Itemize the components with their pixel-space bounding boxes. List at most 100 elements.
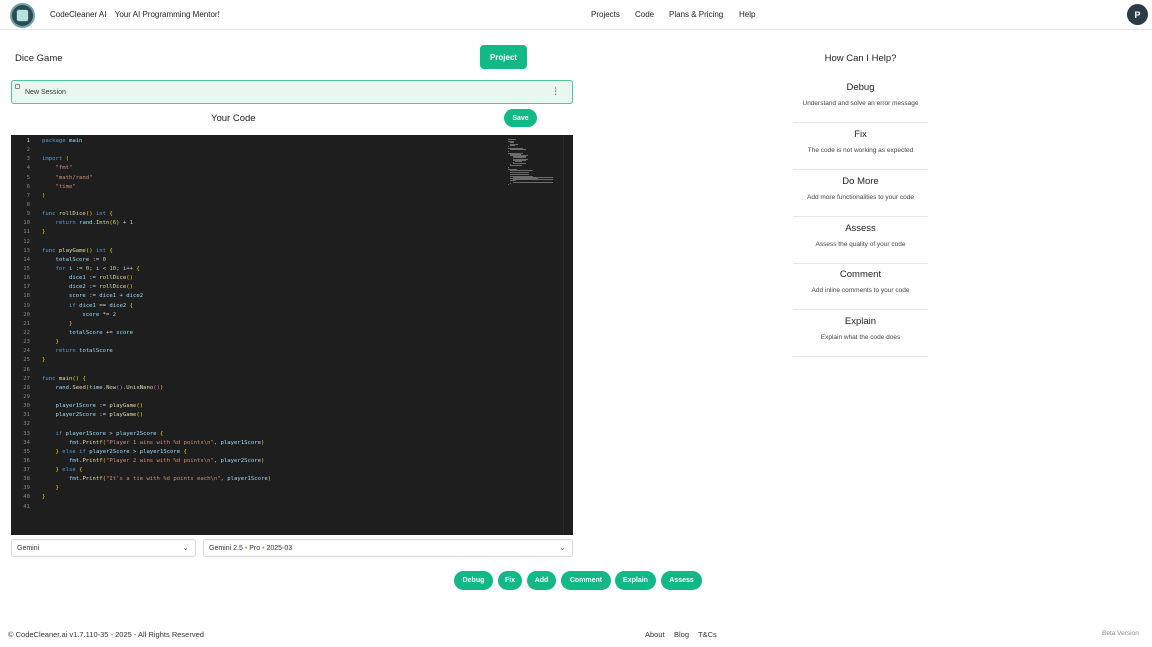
code-text[interactable]: fmt.Printf("It's a tie with %d points ea…	[42, 475, 271, 484]
code-text[interactable]: } else if player2Score > player1Score {	[42, 448, 186, 457]
code-line[interactable]: 39 }	[11, 484, 573, 493]
code-text[interactable]: dice1 := rollDice()	[42, 274, 133, 283]
help-item-comment[interactable]: Comment Add inline comments to your code	[793, 264, 928, 310]
code-line[interactable]: 1 package main	[11, 137, 573, 146]
add-button[interactable]: Add	[527, 571, 556, 590]
editor-scrollbar[interactable]	[563, 135, 573, 535]
code-line[interactable]: 14 totalScore := 0	[11, 256, 573, 265]
code-text[interactable]: }	[42, 228, 45, 237]
code-line[interactable]: 31 player2Score := playGame()	[11, 411, 573, 420]
code-line[interactable]: 8	[11, 201, 573, 210]
code-line[interactable]: 5 "math/rand"	[11, 174, 573, 183]
code-text[interactable]: return totalScore	[42, 347, 112, 356]
user-avatar[interactable]: P	[1127, 4, 1148, 25]
code-text[interactable]: "math/rand"	[42, 174, 92, 183]
code-line[interactable]: 20 score *= 2	[11, 311, 573, 320]
comment-button[interactable]: Comment	[561, 571, 611, 590]
code-text[interactable]: return rand.Intn(6) + 1	[42, 219, 133, 228]
code-line[interactable]: 38 fmt.Printf("It's a tie with %d points…	[11, 475, 573, 484]
code-text[interactable]: fmt.Printf("Player 1 wins with %d points…	[42, 439, 264, 448]
code-text[interactable]: if player1Score > player2Score {	[42, 430, 163, 439]
code-text[interactable]: }	[42, 484, 58, 493]
nav-plans-pricing[interactable]: Plans & Pricing	[669, 10, 723, 19]
drag-handle-icon[interactable]	[15, 84, 20, 89]
code-line[interactable]: 36 fmt.Printf("Player 2 wins with %d poi…	[11, 457, 573, 466]
code-line[interactable]: 2	[11, 146, 573, 155]
code-line[interactable]: 19 if dice1 == dice2 {	[11, 302, 573, 311]
code-line[interactable]: 35 } else if player2Score > player1Score…	[11, 448, 573, 457]
code-line[interactable]: 13 func playGame() int {	[11, 247, 573, 256]
code-line[interactable]: 32	[11, 420, 573, 429]
code-text[interactable]: import (	[42, 155, 69, 164]
help-item-explain[interactable]: Explain Explain what the code does	[793, 311, 928, 357]
code-line[interactable]: 6 "time"	[11, 183, 573, 192]
code-line[interactable]: 7)	[11, 192, 573, 201]
code-lines[interactable]: 1 package main 2 3 import (4 "fmt" 5 "math/ra…	[11, 137, 573, 512]
code-text[interactable]: func rollDice() int {	[42, 210, 113, 219]
code-line[interactable]: 10 return rand.Intn(6) + 1	[11, 219, 573, 228]
session-bar[interactable]: New Session ⋮	[11, 80, 573, 104]
code-text[interactable]: if dice1 == dice2 {	[42, 302, 133, 311]
code-text[interactable]: totalScore += score	[42, 329, 133, 338]
code-line[interactable]: 28 rand.Seed(time.Now().UnixNano())	[11, 384, 573, 393]
code-text[interactable]: }	[42, 320, 72, 329]
code-line[interactable]: 11}	[11, 228, 573, 237]
code-text[interactable]: func playGame() int {	[42, 247, 113, 256]
code-line[interactable]: 15 for i := 0; i < 10; i++ {	[11, 265, 573, 274]
code-text[interactable]: rand.Seed(time.Now().UnixNano())	[42, 384, 163, 393]
code-line[interactable]: 34 fmt.Printf("Player 1 wins with %d poi…	[11, 439, 573, 448]
code-text[interactable]: totalScore := 0	[42, 256, 106, 265]
code-line[interactable]: 40}	[11, 493, 573, 502]
code-text[interactable]: score *= 2	[42, 311, 116, 320]
code-text[interactable]: fmt.Printf("Player 2 wins with %d points…	[42, 457, 264, 466]
code-text[interactable]: player1Score := playGame()	[42, 402, 143, 411]
code-text[interactable]: } else {	[42, 466, 82, 475]
vertical-ellipsis-icon[interactable]: ⋮	[551, 87, 560, 96]
project-button[interactable]: Project	[480, 45, 527, 69]
code-line[interactable]: 12	[11, 238, 573, 247]
footer-link-tcs[interactable]: T&Cs	[698, 630, 717, 639]
code-text[interactable]: )	[42, 192, 45, 201]
code-text[interactable]: }	[42, 356, 45, 365]
explain-button[interactable]: Explain	[615, 571, 656, 590]
code-line[interactable]: 24 return totalScore	[11, 347, 573, 356]
debug-button[interactable]: Debug	[454, 571, 493, 590]
code-line[interactable]: 29	[11, 393, 573, 402]
model-select[interactable]: Gemini 2.5 • Pro • 2025-03 ⌄	[203, 539, 573, 557]
code-line[interactable]: 21 }	[11, 320, 573, 329]
assess-button[interactable]: Assess	[661, 571, 702, 590]
code-editor[interactable]: 1 package main 2 3 import (4 "fmt" 5 "math/ra…	[11, 135, 573, 535]
footer-link-about[interactable]: About	[645, 630, 665, 639]
help-item-do-more[interactable]: Do More Add more functionalities to your…	[793, 171, 928, 217]
code-line[interactable]: 33 if player1Score > player2Score {	[11, 430, 573, 439]
provider-select[interactable]: Gemini ⌄	[11, 539, 196, 557]
editor-minimap[interactable]	[508, 139, 553, 189]
codecleaner-logo-icon[interactable]	[10, 3, 35, 28]
code-line[interactable]: 26	[11, 366, 573, 375]
code-line[interactable]: 41	[11, 503, 573, 512]
code-text[interactable]: score := dice1 + dice2	[42, 292, 143, 301]
help-item-debug[interactable]: Debug Understand and solve an error mess…	[793, 77, 928, 123]
nav-projects[interactable]: Projects	[591, 10, 620, 19]
code-text[interactable]: "fmt"	[42, 164, 72, 173]
fix-button[interactable]: Fix	[498, 571, 522, 590]
code-text[interactable]: "time"	[42, 183, 75, 192]
code-line[interactable]: 37 } else {	[11, 466, 573, 475]
code-line[interactable]: 30 player1Score := playGame()	[11, 402, 573, 411]
code-text[interactable]: }	[42, 338, 58, 347]
code-text[interactable]: player2Score := playGame()	[42, 411, 143, 420]
code-line[interactable]: 9 func rollDice() int {	[11, 210, 573, 219]
code-text[interactable]: for i := 0; i < 10; i++ {	[42, 265, 139, 274]
code-text[interactable]: }	[42, 493, 45, 502]
nav-help[interactable]: Help	[739, 10, 755, 19]
code-text[interactable]: dice2 := rollDice()	[42, 283, 133, 292]
save-button[interactable]: Save	[504, 109, 537, 127]
nav-code[interactable]: Code	[635, 10, 654, 19]
code-text[interactable]: package main	[42, 137, 82, 146]
code-line[interactable]: 22 totalScore += score	[11, 329, 573, 338]
code-line[interactable]: 23 }	[11, 338, 573, 347]
code-line[interactable]: 4 "fmt"	[11, 164, 573, 173]
code-text[interactable]: func main() {	[42, 375, 86, 384]
code-line[interactable]: 3 import (	[11, 155, 573, 164]
code-line[interactable]: 17 dice2 := rollDice()	[11, 283, 573, 292]
